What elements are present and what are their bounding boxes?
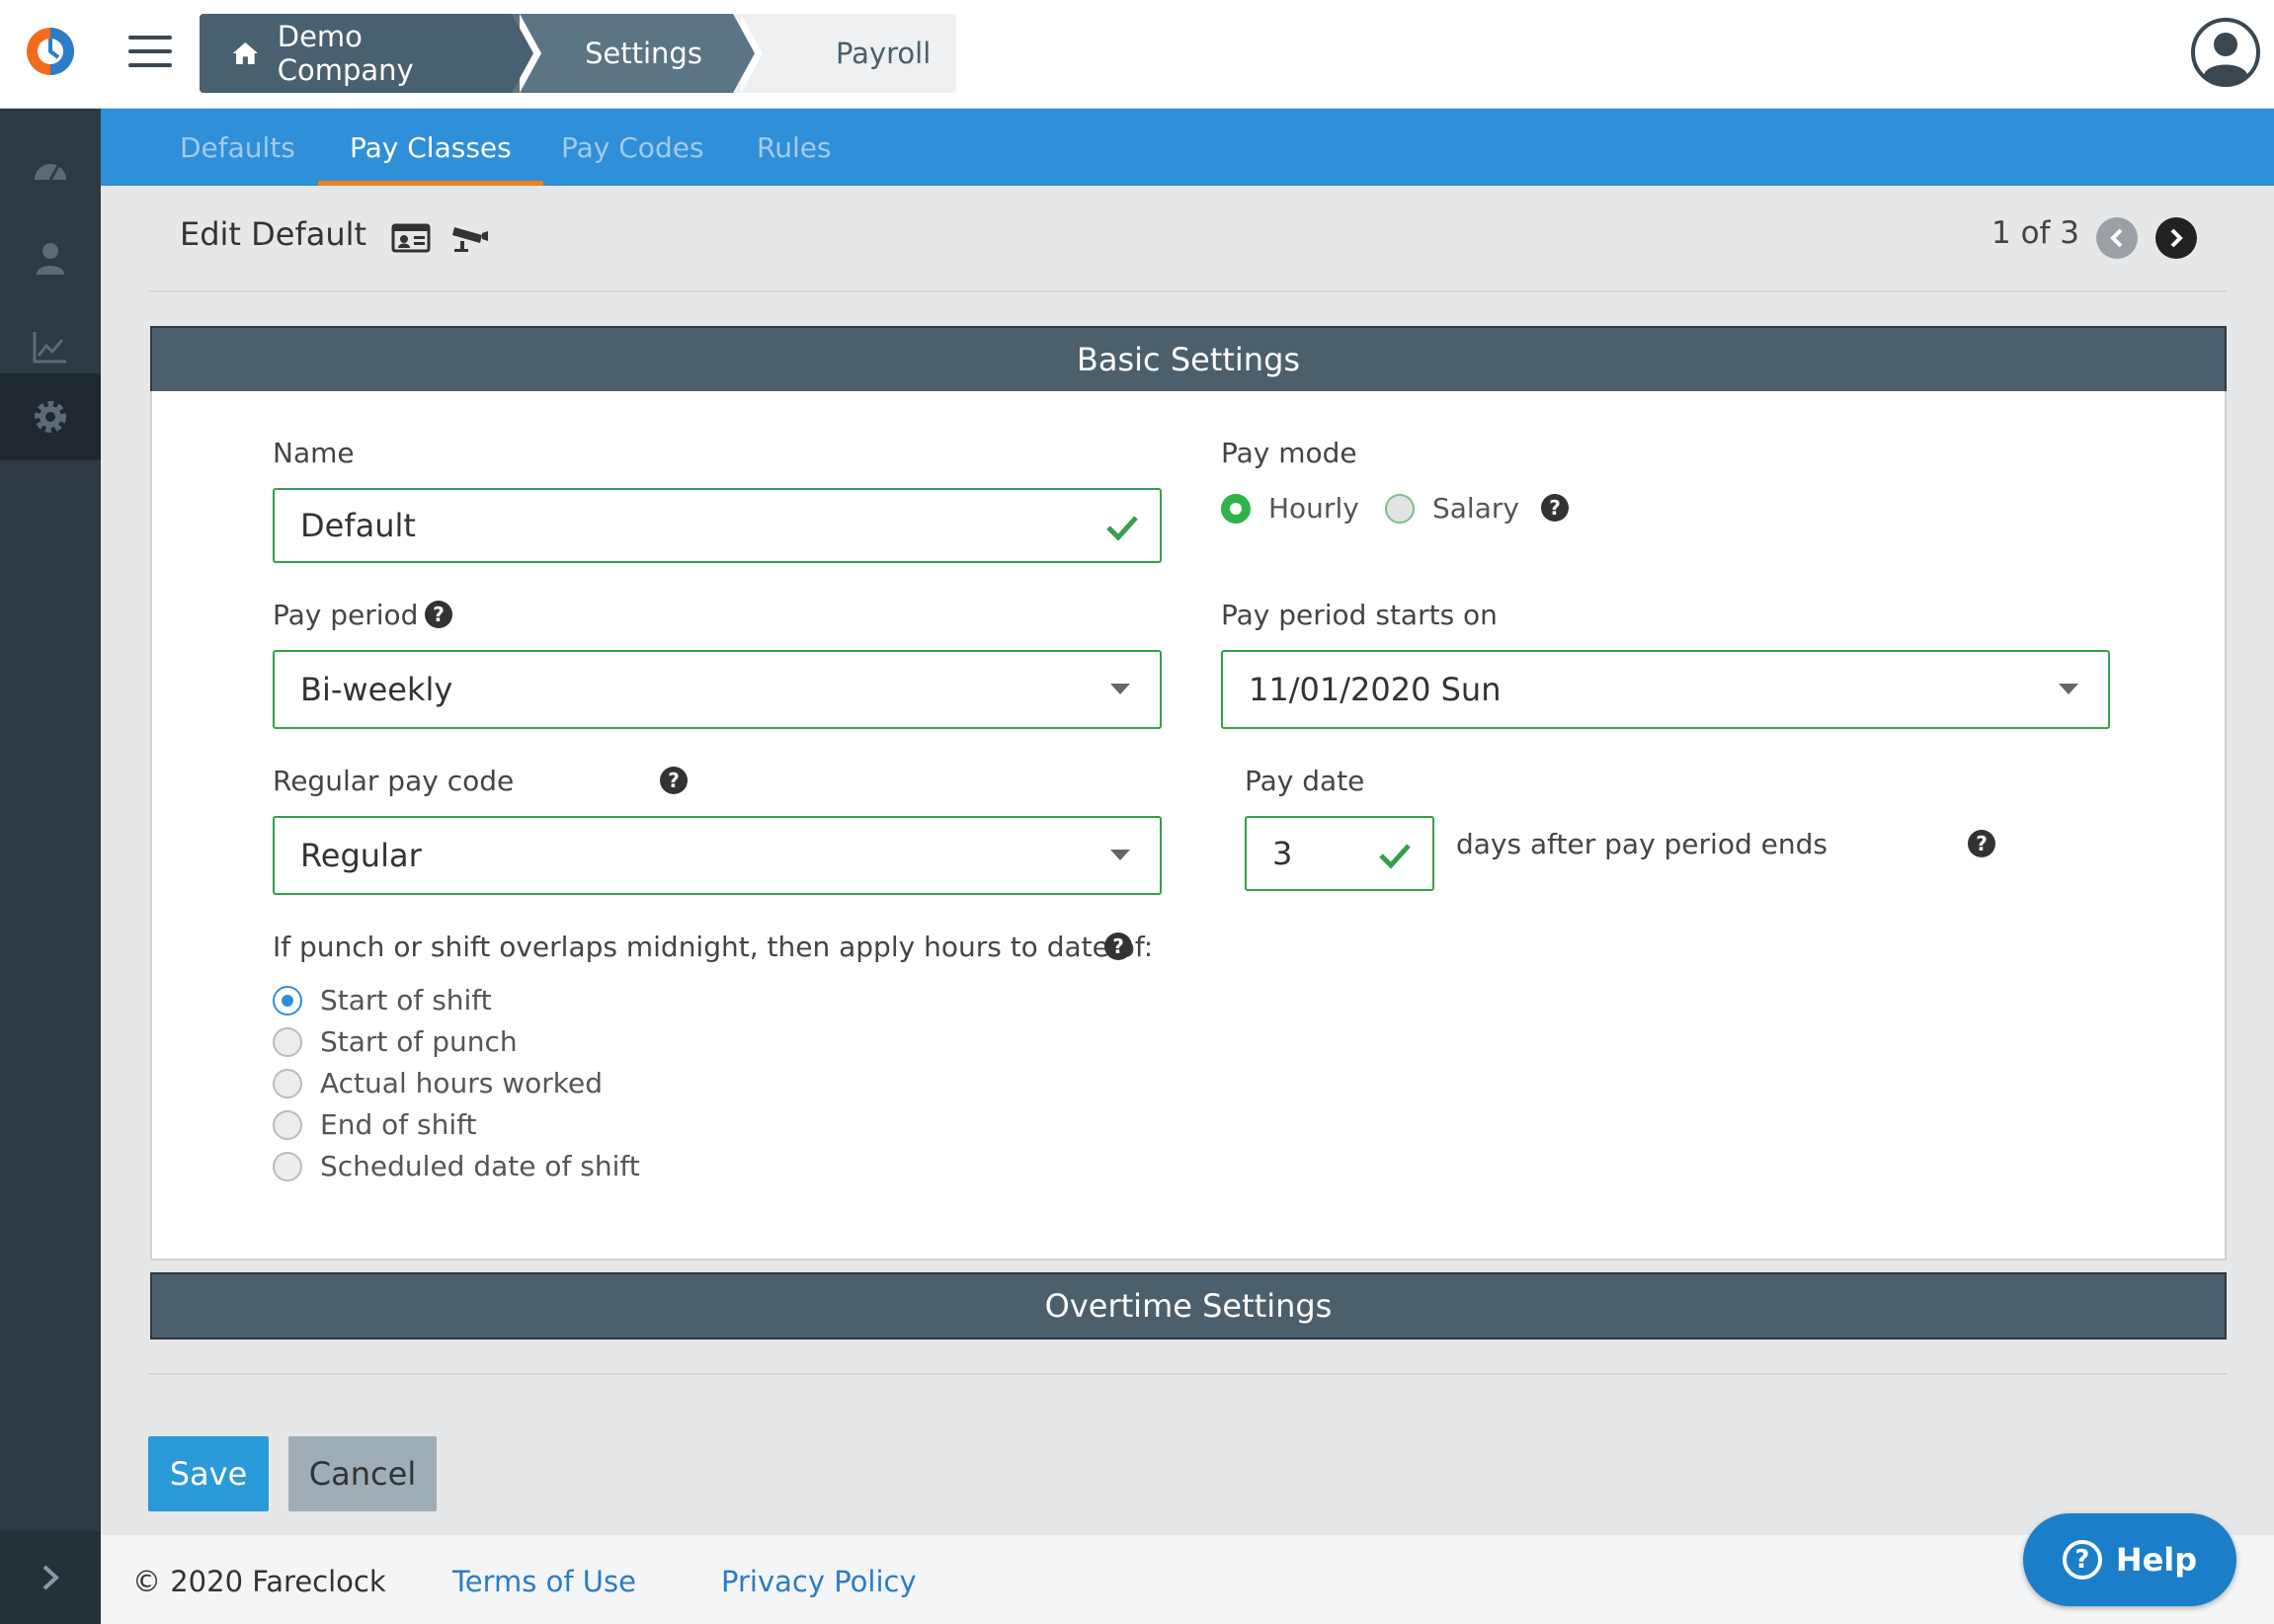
divider: [148, 1373, 2227, 1375]
next-button[interactable]: [2155, 217, 2197, 259]
help-icon[interactable]: ?: [1968, 830, 1995, 857]
midnight-option-actual-hours[interactable]: Actual hours worked: [273, 1067, 603, 1099]
midnight-option-scheduled-date[interactable]: Scheduled date of shift: [273, 1150, 640, 1182]
page-title: Edit Default: [180, 215, 367, 253]
pay-date-suffix: days after pay period ends: [1456, 828, 1827, 860]
pay-mode-label: Pay mode: [1221, 437, 1357, 469]
footer: © 2020 Fareclock Terms of Use Privacy Po…: [101, 1535, 2274, 1624]
pager-count: 1 of 3: [1991, 215, 2080, 251]
help-icon[interactable]: ?: [660, 767, 688, 794]
breadcrumb-settings-label: Settings: [585, 37, 702, 70]
terms-link[interactable]: Terms of Use: [452, 1565, 636, 1598]
breadcrumb-payroll-label: Payroll: [836, 37, 932, 70]
tab-pay-classes[interactable]: Pay Classes: [318, 109, 543, 186]
name-value: Default: [300, 507, 416, 544]
check-icon: [1106, 516, 1138, 541]
chevron-down-icon: [1110, 850, 1130, 860]
midnight-option-label: Start of punch: [320, 1025, 518, 1058]
chevron-left-icon: [2110, 228, 2123, 248]
pay-date-input[interactable]: 3: [1245, 816, 1434, 891]
chart-icon: [33, 332, 66, 364]
basic-settings-header[interactable]: Basic Settings: [150, 326, 2227, 393]
midnight-option-start-of-punch[interactable]: Start of punch: [273, 1025, 518, 1058]
breadcrumb-company[interactable]: Demo Company: [200, 14, 541, 93]
privacy-link[interactable]: Privacy Policy: [721, 1565, 917, 1598]
radio-start-of-shift[interactable]: [273, 985, 302, 1015]
menu-icon[interactable]: [128, 36, 172, 71]
radio-actual-hours[interactable]: [273, 1068, 302, 1098]
pay-period-select[interactable]: Bi-weekly: [273, 650, 1162, 729]
user-avatar-icon[interactable]: [2191, 18, 2260, 87]
gear-icon: [35, 401, 66, 433]
midnight-rule-label: If punch or shift overlaps midnight, the…: [273, 931, 1154, 963]
overtime-settings-header[interactable]: Overtime Settings: [150, 1272, 2227, 1340]
breadcrumb-company-label: Demo Company: [277, 20, 414, 87]
breadcrumb-payroll[interactable]: Payroll: [733, 14, 956, 93]
pay-mode-salary-label: Salary: [1432, 492, 1519, 525]
sidebar: [0, 109, 101, 1624]
pay-period-value: Bi-weekly: [300, 671, 453, 708]
page-header: Edit Default 1 of 3: [101, 186, 2274, 292]
user-icon: [37, 243, 64, 275]
name-label: Name: [273, 437, 355, 469]
radio-salary[interactable]: [1385, 493, 1415, 524]
pay-date-value: 3: [1272, 835, 1293, 872]
help-icon[interactable]: ?: [425, 601, 452, 628]
tab-bar: Defaults Pay Classes Pay Codes Rules: [101, 109, 2274, 186]
divider: [148, 290, 2227, 292]
regular-pay-code-select[interactable]: Regular: [273, 816, 1162, 895]
sidebar-expand-button[interactable]: [0, 1531, 101, 1624]
midnight-option-end-of-shift[interactable]: End of shift: [273, 1108, 476, 1141]
help-button[interactable]: ? Help: [2023, 1513, 2236, 1606]
prev-button[interactable]: [2096, 217, 2138, 259]
pay-period-label: Pay period: [273, 599, 419, 631]
help-label: Help: [2115, 1541, 2198, 1579]
tab-pay-codes[interactable]: Pay Codes: [561, 109, 704, 186]
tab-defaults[interactable]: Defaults: [180, 109, 295, 186]
midnight-option-label: Actual hours worked: [320, 1067, 604, 1099]
save-button[interactable]: Save: [148, 1436, 269, 1511]
question-icon: ?: [2062, 1540, 2102, 1580]
regular-pay-code-value: Regular: [300, 837, 422, 874]
midnight-option-label: Scheduled date of shift: [320, 1150, 640, 1182]
sidebar-item-dashboard[interactable]: [0, 126, 101, 213]
chevron-right-icon: [2170, 228, 2183, 248]
copyright: © 2020 Fareclock: [132, 1565, 386, 1598]
pay-period-starts-label: Pay period starts on: [1221, 599, 1498, 631]
help-icon[interactable]: ?: [1541, 494, 1569, 522]
midnight-option-label: End of shift: [320, 1108, 477, 1141]
help-icon[interactable]: ?: [1104, 933, 1132, 960]
tab-rules[interactable]: Rules: [757, 109, 832, 186]
top-bar: Demo Company Settings Payroll: [0, 0, 2274, 109]
id-card-icon[interactable]: [391, 219, 431, 255]
breadcrumb-settings[interactable]: Settings: [512, 14, 763, 93]
breadcrumb: Demo Company Settings Payroll: [200, 14, 956, 93]
pay-period-starts-value: 11/01/2020 Sun: [1249, 671, 1502, 708]
radio-start-of-punch[interactable]: [273, 1026, 302, 1057]
pay-mode-hourly-label: Hourly: [1268, 492, 1359, 525]
pay-mode-hourly[interactable]: Hourly: [1221, 492, 1359, 525]
cancel-button[interactable]: Cancel: [288, 1436, 437, 1511]
name-input[interactable]: Default: [273, 488, 1162, 563]
check-icon: [1379, 844, 1411, 869]
basic-settings-panel: Name Default Pay mode Hourly Salary ? Pa…: [150, 391, 2227, 1260]
sidebar-item-employees[interactable]: [0, 215, 101, 302]
sidebar-item-settings[interactable]: [0, 373, 101, 460]
midnight-option-start-of-shift[interactable]: Start of shift: [273, 984, 492, 1016]
midnight-option-label: Start of shift: [320, 984, 492, 1016]
home-icon: [232, 42, 259, 64]
camera-icon[interactable]: [450, 219, 490, 255]
chevron-right-icon: [42, 1565, 59, 1590]
radio-scheduled-date[interactable]: [273, 1151, 302, 1181]
pay-date-label: Pay date: [1245, 765, 1365, 797]
pay-mode-salary[interactable]: Salary: [1385, 492, 1519, 525]
pay-period-starts-select[interactable]: 11/01/2020 Sun: [1221, 650, 2110, 729]
regular-pay-code-label: Regular pay code: [273, 765, 515, 797]
fareclock-logo[interactable]: [24, 25, 77, 78]
chevron-down-icon: [1110, 684, 1130, 694]
chevron-down-icon: [2059, 684, 2078, 694]
radio-hourly[interactable]: [1221, 493, 1251, 524]
dashboard-icon: [35, 164, 66, 181]
radio-end-of-shift[interactable]: [273, 1109, 302, 1140]
